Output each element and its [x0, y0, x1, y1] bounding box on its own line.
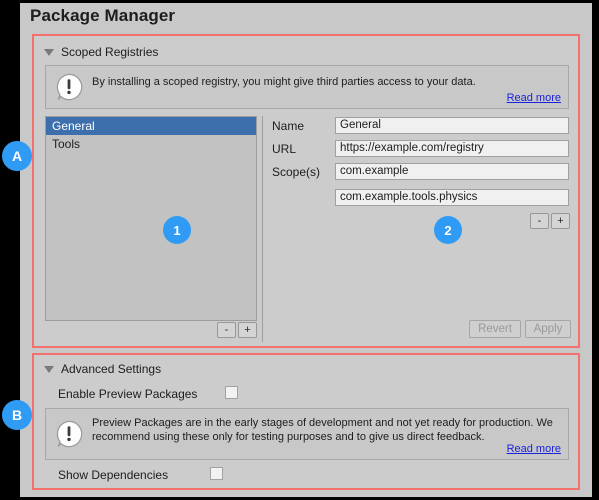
exclamation-bubble-icon: [56, 420, 83, 448]
advanced-settings-read-more-link[interactable]: Read more: [507, 443, 561, 455]
page-title: Package Manager: [30, 6, 176, 25]
name-field[interactable]: General: [335, 117, 569, 134]
scope-remove-button[interactable]: -: [530, 213, 549, 229]
scoped-registries-section: Scoped Registries By installing a scoped…: [32, 34, 580, 348]
advanced-settings-warning-box: Preview Packages are in the early stages…: [45, 408, 569, 460]
scoped-registries-warning-text: By installing a scoped registry, you mig…: [92, 76, 476, 88]
advanced-settings-warning-line-1: Preview Packages are in the early stages…: [92, 417, 553, 429]
url-label: URL: [272, 142, 297, 156]
registry-list-add-remove-buttons: - +: [217, 322, 257, 338]
advanced-settings-section: Advanced Settings Enable Preview Package…: [32, 353, 580, 490]
scope-add-remove-buttons: - +: [530, 213, 570, 229]
enable-preview-packages-label: Enable Preview Packages: [58, 387, 198, 401]
scoped-registries-read-more-link[interactable]: Read more: [507, 92, 561, 104]
exclamation-bubble-icon: [56, 73, 83, 101]
annotation-callout-1: 1: [163, 216, 191, 244]
annotation-badge-b: B: [2, 400, 32, 430]
registry-list-item-general[interactable]: General: [46, 117, 256, 135]
registry-remove-button[interactable]: -: [217, 322, 236, 338]
scope-field-1[interactable]: com.example: [335, 163, 569, 180]
annotation-badge-a: A: [2, 141, 32, 171]
pane-divider: [262, 116, 263, 342]
scopes-label: Scope(s): [272, 165, 321, 179]
registry-list[interactable]: General Tools: [45, 116, 257, 321]
enable-preview-packages-checkbox[interactable]: [225, 386, 238, 399]
annotation-callout-2: 2: [434, 216, 462, 244]
package-manager-window: Package Manager Scoped Registries By ins…: [20, 3, 592, 497]
scoped-registries-warning-box: By installing a scoped registry, you mig…: [45, 65, 569, 109]
registry-list-item-tools[interactable]: Tools: [46, 135, 256, 153]
show-dependencies-checkbox[interactable]: [210, 467, 223, 480]
advanced-settings-warning-line-2: recommend using these only for testing p…: [92, 431, 485, 443]
revert-button[interactable]: Revert: [469, 320, 521, 338]
scope-field-2[interactable]: com.example.tools.physics: [335, 189, 569, 206]
triangle-down-icon: [44, 365, 54, 373]
scope-add-button[interactable]: +: [551, 213, 570, 229]
apply-button[interactable]: Apply: [525, 320, 571, 338]
advanced-settings-label: Advanced Settings: [61, 362, 162, 376]
show-dependencies-label: Show Dependencies: [58, 468, 169, 482]
url-field[interactable]: https://example.com/registry: [335, 140, 569, 157]
screenshot-root: A B Package Manager Scoped Registries By…: [0, 0, 599, 500]
triangle-down-icon: [44, 48, 54, 56]
advanced-settings-foldout[interactable]: Advanced Settings: [44, 362, 161, 376]
scoped-registries-label: Scoped Registries: [61, 45, 159, 59]
name-label: Name: [272, 119, 305, 133]
scoped-registries-foldout[interactable]: Scoped Registries: [44, 45, 158, 59]
registry-add-button[interactable]: +: [238, 322, 257, 338]
